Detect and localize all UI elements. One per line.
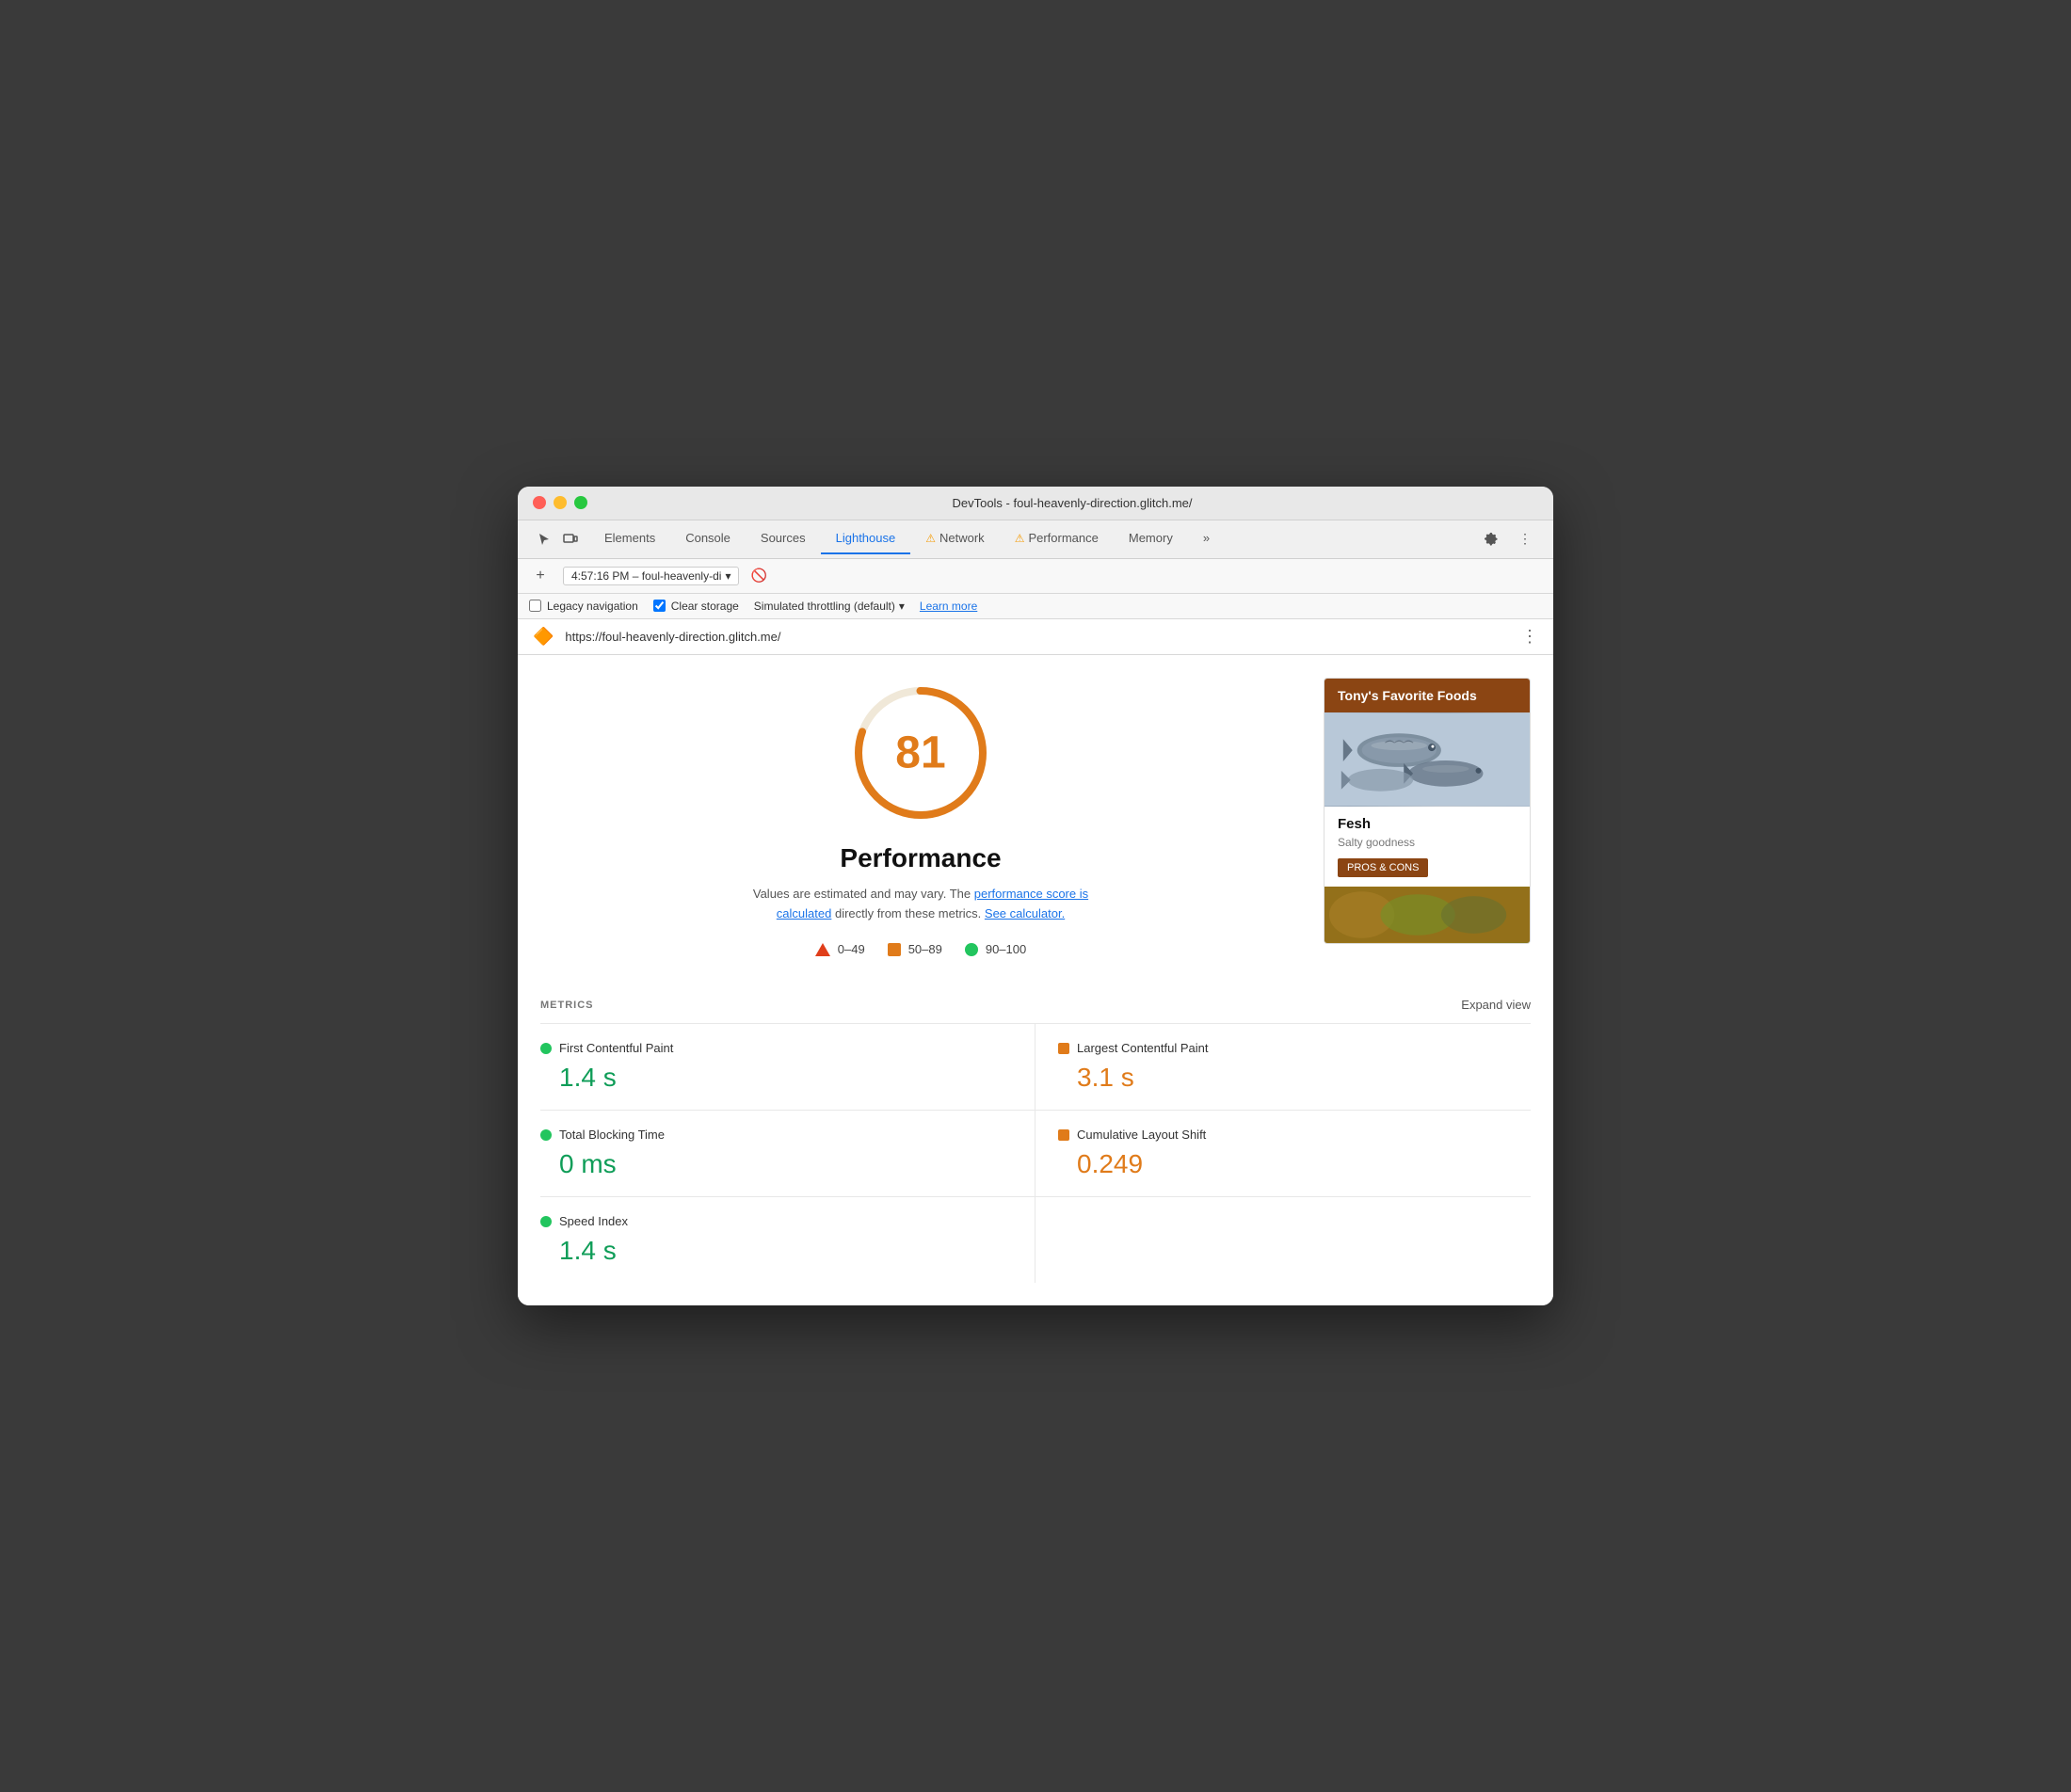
calculator-link[interactable]: See calculator. xyxy=(985,906,1065,920)
url-text: https://foul-heavenly-direction.glitch.m… xyxy=(565,630,1510,644)
metric-lcp-header: Largest Contentful Paint xyxy=(1058,1041,1531,1055)
site-icon: 🔶 xyxy=(533,627,554,647)
performance-subtitle: Values are estimated and may vary. The p… xyxy=(742,885,1100,924)
clear-storage-input[interactable] xyxy=(653,600,666,612)
performance-warning-icon: ⚠ xyxy=(1015,532,1025,545)
traffic-lights xyxy=(533,496,587,509)
minimize-button[interactable] xyxy=(554,496,567,509)
lcp-value: 3.1 s xyxy=(1058,1063,1531,1093)
performance-title: Performance xyxy=(840,843,1001,873)
metric-fcp: First Contentful Paint 1.4 s xyxy=(540,1024,1036,1111)
tab-memory[interactable]: Memory xyxy=(1114,523,1188,554)
fcp-status-icon xyxy=(540,1043,552,1054)
tab-console[interactable]: Console xyxy=(670,523,746,554)
tbt-status-icon xyxy=(540,1129,552,1141)
tbt-name: Total Blocking Time xyxy=(559,1128,665,1142)
lcp-status-icon xyxy=(1058,1043,1069,1054)
food-name: Fesh xyxy=(1338,816,1517,832)
fcp-value: 1.4 s xyxy=(540,1063,1012,1093)
metrics-section: METRICS Expand view First Contentful Pai… xyxy=(518,979,1553,1305)
expand-view-button[interactable]: Expand view xyxy=(1461,998,1531,1012)
food-description: Salty goodness xyxy=(1338,836,1517,849)
si-value: 1.4 s xyxy=(540,1236,1012,1266)
more-options-icon[interactable]: ⋮ xyxy=(1512,526,1538,552)
title-bar: DevTools - foul-heavenly-direction.glitc… xyxy=(518,487,1553,520)
metric-lcp: Largest Contentful Paint 3.1 s xyxy=(1036,1024,1531,1111)
metric-si: Speed Index 1.4 s xyxy=(540,1197,1036,1283)
fcp-name: First Contentful Paint xyxy=(559,1041,673,1055)
si-name: Speed Index xyxy=(559,1214,628,1228)
url-bar: 🔶 https://foul-heavenly-direction.glitch… xyxy=(518,619,1553,655)
score-circle-wrapper: 81 xyxy=(845,678,996,828)
food-card-body: Fesh Salty goodness PROS & CONS xyxy=(1324,807,1530,887)
food-card-bottom-image xyxy=(1324,887,1530,943)
network-warning-icon: ⚠ xyxy=(925,532,936,545)
clear-storage-checkbox[interactable]: Clear storage xyxy=(653,600,739,613)
settings-icon[interactable] xyxy=(1478,526,1504,552)
food-bottom-svg xyxy=(1324,887,1530,943)
window-title: DevTools - foul-heavenly-direction.glitc… xyxy=(606,496,1538,510)
fish-image-svg xyxy=(1324,712,1530,807)
learn-more-link[interactable]: Learn more xyxy=(920,600,977,613)
metric-tbt-header: Total Blocking Time xyxy=(540,1128,1012,1142)
session-selector[interactable]: 4:57:16 PM – foul-heavenly-di ▾ xyxy=(563,567,739,585)
red-triangle-icon xyxy=(815,943,830,956)
food-card: Tony's Favorite Foods xyxy=(1324,678,1531,944)
cls-name: Cumulative Layout Shift xyxy=(1077,1128,1206,1142)
pros-cons-button[interactable]: PROS & CONS xyxy=(1338,858,1428,877)
tab-lighthouse[interactable]: Lighthouse xyxy=(821,523,911,554)
metric-cls: Cumulative Layout Shift 0.249 xyxy=(1036,1111,1531,1197)
tab-performance[interactable]: ⚠ Performance xyxy=(1000,523,1114,554)
right-panel: Tony's Favorite Foods xyxy=(1324,678,1531,957)
food-card-image xyxy=(1324,712,1530,807)
devtools-window: DevTools - foul-heavenly-direction.glitc… xyxy=(518,487,1553,1306)
legacy-nav-input[interactable] xyxy=(529,600,541,612)
metric-cls-header: Cumulative Layout Shift xyxy=(1058,1128,1531,1142)
legend-orange: 50–89 xyxy=(888,942,942,956)
cursor-icon[interactable] xyxy=(533,528,555,551)
si-status-icon xyxy=(540,1216,552,1227)
legend-red: 0–49 xyxy=(815,942,865,956)
food-card-header: Tony's Favorite Foods xyxy=(1324,679,1530,712)
cls-value: 0.249 xyxy=(1058,1149,1531,1179)
no-entry-icon[interactable]: 🚫 xyxy=(750,568,766,584)
metric-tbt: Total Blocking Time 0 ms xyxy=(540,1111,1036,1197)
metrics-grid: First Contentful Paint 1.4 s Largest Con… xyxy=(540,1024,1531,1283)
add-icon[interactable]: + xyxy=(529,565,552,587)
tabs-right-controls: ⋮ xyxy=(1478,526,1546,552)
devtools-tabs-bar: Elements Console Sources Lighthouse ⚠ Ne… xyxy=(518,520,1553,559)
maximize-button[interactable] xyxy=(574,496,587,509)
tab-more[interactable]: » xyxy=(1188,523,1225,554)
tab-elements[interactable]: Elements xyxy=(589,523,670,554)
tbt-value: 0 ms xyxy=(540,1149,1012,1179)
score-number: 81 xyxy=(895,727,945,778)
metric-si-header: Speed Index xyxy=(540,1214,1012,1228)
lcp-name: Largest Contentful Paint xyxy=(1077,1041,1208,1055)
cls-status-icon xyxy=(1058,1129,1069,1141)
url-more-icon[interactable]: ⋮ xyxy=(1521,627,1538,647)
left-panel: 81 Performance Values are estimated and … xyxy=(540,678,1324,957)
metric-fcp-header: First Contentful Paint xyxy=(540,1041,1012,1055)
tabs-list: Elements Console Sources Lighthouse ⚠ Ne… xyxy=(589,523,1478,554)
metrics-title: METRICS xyxy=(540,1000,594,1011)
device-icon[interactable] xyxy=(559,528,582,551)
close-button[interactable] xyxy=(533,496,546,509)
green-circle-icon xyxy=(965,943,978,956)
tab-icons xyxy=(525,520,589,558)
legacy-nav-checkbox[interactable]: Legacy navigation xyxy=(529,600,638,613)
throttle-selector[interactable]: Simulated throttling (default) ▾ xyxy=(754,600,905,613)
metrics-header: METRICS Expand view xyxy=(540,979,1531,1023)
toolbar-bar: + 4:57:16 PM – foul-heavenly-di ▾ 🚫 xyxy=(518,559,1553,594)
tab-sources[interactable]: Sources xyxy=(746,523,821,554)
legend-row: 0–49 50–89 90–100 xyxy=(815,942,1026,956)
legend-green: 90–100 xyxy=(965,942,1026,956)
orange-square-icon xyxy=(888,943,901,956)
tab-network[interactable]: ⚠ Network xyxy=(910,523,999,554)
options-bar: Legacy navigation Clear storage Simulate… xyxy=(518,594,1553,619)
main-content: 81 Performance Values are estimated and … xyxy=(518,655,1553,980)
